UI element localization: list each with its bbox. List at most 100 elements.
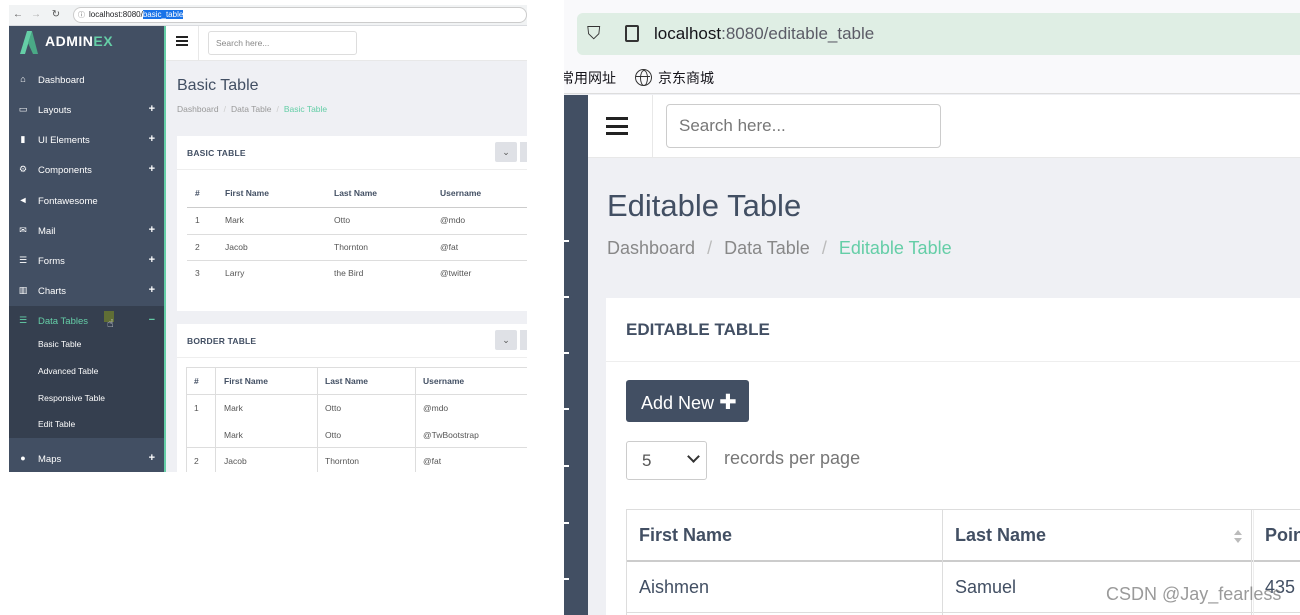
table-rule [317,367,318,472]
panel-close-button[interactable] [520,142,527,162]
expand-icon: + [148,284,155,296]
sidebar-item-dashboard[interactable]: ⌂ Dashboard [9,65,164,95]
sidebar-collapsed [564,95,588,615]
collapse-chevron-icon[interactable]: ⌄ [495,330,517,350]
bar-chart-icon: ▥ [18,285,28,295]
home-icon: ⌂ [20,74,26,84]
sidebar-item-forms[interactable]: ☰ Forms + [9,246,164,276]
shield-icon[interactable]: ⛉ [587,23,601,44]
column-header-points[interactable]: Poin [1265,525,1300,546]
column-header-last-name[interactable]: Last Name [955,525,1046,546]
expand-icon: + [148,133,155,145]
sidebar-tick [564,578,569,580]
map-marker-icon: ● [20,453,26,463]
breadcrumb-dashboard[interactable]: Dashboard [177,104,219,114]
sidebar-tick [564,408,569,410]
panel-divider [177,169,527,170]
records-per-page-select[interactable]: 5 [626,441,707,480]
menu-toggle-icon[interactable] [606,117,628,135]
sidebar-tick [564,522,569,524]
search-input[interactable]: Search here... [208,31,357,55]
row-rule [187,234,527,235]
sidebar-tick [564,465,569,467]
sidebar-item-maps[interactable]: ● Maps + [9,444,164,472]
sidebar-item-fontawesome[interactable]: ◄ Fontawesome [9,186,164,216]
data-tables-submenu: Basic Table Advanced Table Responsive Ta… [9,326,164,438]
breadcrumb: Dashboard / Data Table / Basic Table [177,104,328,114]
laptop-icon: ▭ [18,104,28,114]
browser-toolbar: ← → ↻ ⓘ localhost:8080/basic_table [9,5,527,26]
top-header: Search here... [588,95,1300,158]
reload-icon[interactable]: ↻ [49,8,63,22]
address-bar[interactable]: ⛉ localhost:8080/editable_table [577,13,1300,55]
column-header: Username [423,376,465,386]
page-title: Editable Table [607,188,802,223]
plus-icon: ✚ [719,391,737,414]
search-input[interactable]: Search here... [666,104,941,148]
bookmark-common-sites[interactable]: 常用网址 [564,68,616,88]
header-divider [198,26,199,61]
left-screenshot: ← → ↻ ⓘ localhost:8080/basic_table ADMINE… [9,5,527,472]
breadcrumb: Dashboard / Data Table / Editable Table [607,238,952,258]
table-rule [186,367,187,472]
header-divider [652,95,653,158]
panel-divider [177,357,527,358]
column-rule [942,510,943,615]
column-header-first-name[interactable]: First Name [639,525,732,546]
breadcrumb-data-table[interactable]: Data Table [231,104,271,114]
forward-arrow-icon[interactable]: → [29,8,43,22]
collapse-icon: − [148,314,155,326]
breadcrumb-current: Basic Table [283,104,328,114]
cogs-icon: ⚙ [18,164,28,174]
expand-icon: + [148,224,155,236]
submenu-edit-table[interactable]: Edit Table [38,419,75,429]
panel-divider [606,361,1300,362]
book-icon: ▮ [20,134,26,144]
sort-asc-icon[interactable] [1234,530,1242,535]
envelope-icon: ✉ [19,225,27,235]
panel-close-button[interactable] [520,330,527,350]
column-header: # [194,376,199,386]
sidebar-tick [564,240,569,242]
sidebar-item-charts[interactable]: ▥ Charts + [9,276,164,306]
sidebar-item-mail[interactable]: ✉ Mail + [9,216,164,246]
submenu-basic-table[interactable]: Basic Table [38,339,81,349]
bookmarks-bar: 常用网址 京东商城 [564,62,1300,94]
add-new-button[interactable]: Add New ✚ [626,380,749,422]
expand-icon: + [148,254,155,266]
globe-icon [635,69,652,86]
submenu-responsive-table[interactable]: Responsive Table [38,393,105,403]
sidebar-item-components[interactable]: ⚙ Components + [9,155,164,185]
table-rule [215,367,216,472]
breadcrumb-dashboard[interactable]: Dashboard [607,238,695,258]
url-host: localhost:8080/ [89,10,143,19]
header-rule [627,560,1300,562]
sort-desc-icon[interactable] [1234,538,1242,543]
address-bar[interactable]: ⓘ localhost:8080/basic_table [73,7,527,23]
expand-icon: + [148,103,155,115]
sidebar-item-ui-elements[interactable]: ▮ UI Elements + [9,125,164,155]
bookmark-jd-mall[interactable]: 京东商城 [658,68,714,88]
expand-icon: + [148,163,155,175]
panel-title: BASIC TABLE [187,148,246,158]
logo-mark-icon [20,31,38,54]
expand-icon: + [148,452,155,464]
submenu-advanced-table[interactable]: Advanced Table [38,366,98,376]
breadcrumb-data-table[interactable]: Data Table [724,238,810,258]
sidebar-item-layouts[interactable]: ▭ Layouts + [9,95,164,125]
csdn-watermark: CSDN @Jay_fearless [1106,584,1282,604]
info-icon: ⓘ [78,12,85,19]
column-header: Last Name [325,376,368,386]
column-header: Username [440,188,482,198]
sidebar-tick [564,352,569,354]
sidebar: ADMINEX ⌂ Dashboard ▭ Layouts + ▮ UI Element… [9,26,166,472]
back-arrow-icon[interactable]: ← [11,8,25,22]
table-rule [186,394,527,395]
collapse-chevron-icon[interactable]: ⌄ [495,142,517,162]
menu-toggle-icon[interactable] [176,36,188,46]
row-rule [187,260,527,261]
table-rule [186,367,527,368]
sidebar-accent-bar [164,26,166,472]
column-header: First Name [225,188,269,198]
brand-logo[interactable]: ADMINEX [9,26,164,58]
